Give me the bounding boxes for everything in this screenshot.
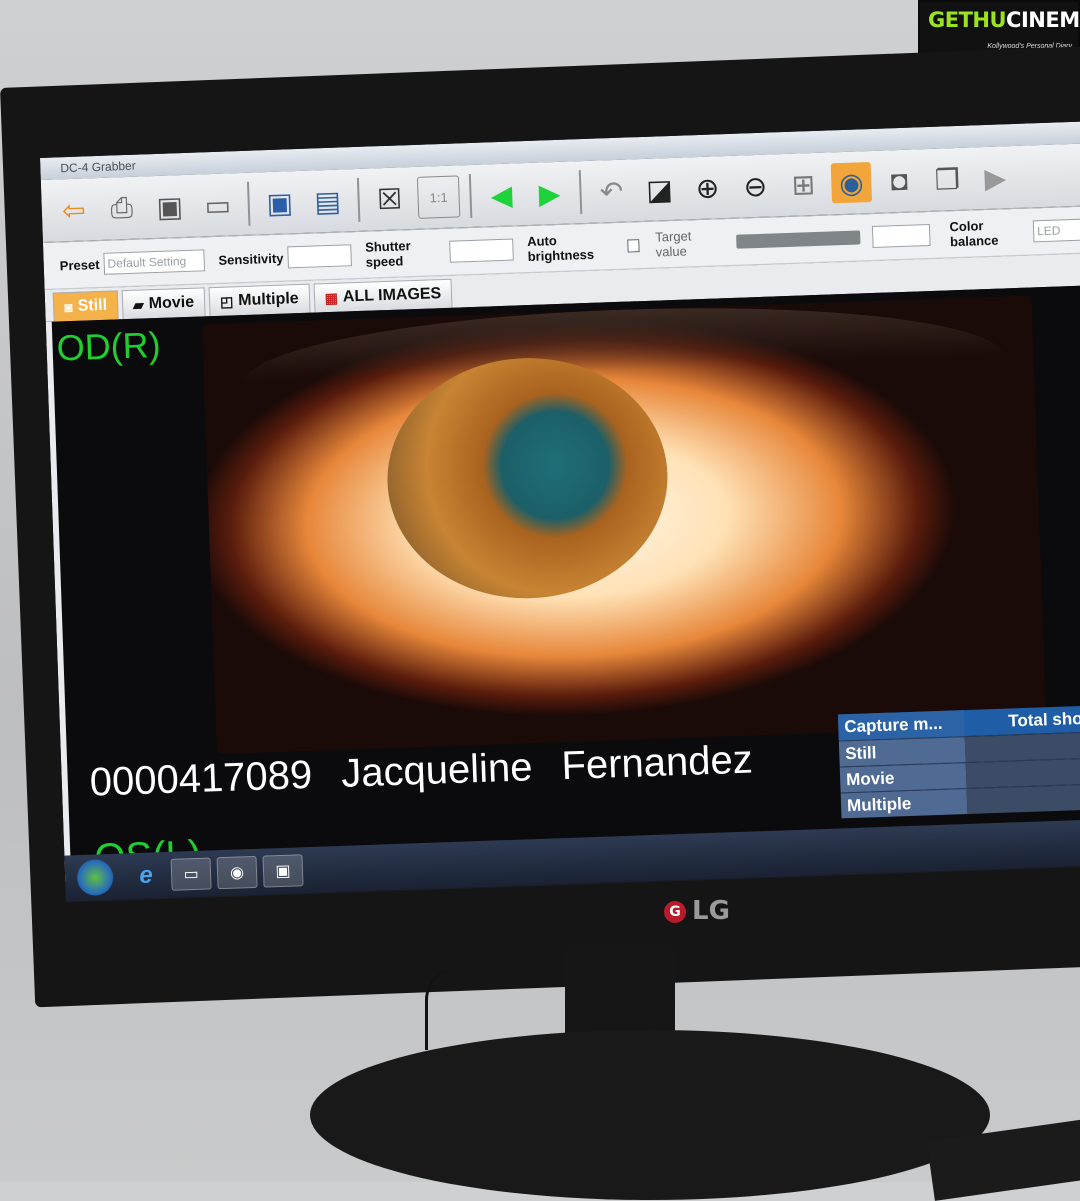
toolbar-separator xyxy=(356,177,361,222)
right-eye-label: OD(R) xyxy=(55,323,162,369)
monitor-base xyxy=(310,1030,990,1200)
screen: DC-4 Grabber ⇦ ⎙ ▣ ▭ ▣ ▤ ☒ 1:1 ◀ ▶ ↶ ◪ ⊕… xyxy=(40,121,1080,903)
internet-explorer-icon[interactable]: e xyxy=(127,860,166,891)
total-shot-header: Total shot xyxy=(1007,708,1080,731)
save-as-icon[interactable]: ▤ xyxy=(307,180,348,221)
capture-mode-cell: Movie xyxy=(839,763,967,793)
patient-id: 0000417089 xyxy=(89,752,313,805)
prev-arrow-icon[interactable]: ◀ xyxy=(481,174,522,215)
zoom-out-icon[interactable]: ⊖ xyxy=(735,165,776,206)
capture-mode-cell: Multiple xyxy=(840,789,968,819)
sensitivity-label: Sensitivity xyxy=(218,250,284,268)
capture-mode-header: Capture m... xyxy=(837,710,965,741)
play-icon[interactable]: ▶ xyxy=(975,157,1016,198)
start-button[interactable] xyxy=(76,858,114,897)
fit-icon[interactable]: ☒ xyxy=(369,178,410,219)
zoom-in-icon[interactable]: ⊕ xyxy=(687,167,728,208)
preset-label: Preset xyxy=(59,256,100,273)
image-viewer[interactable]: OD(R) 0000417089 Jacqueline Fernandez OS… xyxy=(45,284,1080,882)
grid-icon[interactable]: ⊞ xyxy=(783,164,824,205)
color-balance-label: Color balance xyxy=(949,218,999,250)
video-icon: ▰ xyxy=(132,295,145,313)
lg-logo-icon: G xyxy=(664,900,686,923)
tab-multiple[interactable]: ◰ Multiple xyxy=(208,283,311,317)
iris xyxy=(383,353,672,603)
file-explorer-icon[interactable]: ▭ xyxy=(170,857,212,891)
capture-table: Capture m... Total shot Still 7 Movie 0 … xyxy=(837,704,1080,819)
tab-still[interactable]: ◙ Still xyxy=(52,290,119,322)
tab-movie[interactable]: ▰ Movie xyxy=(121,287,206,320)
next-arrow-icon[interactable]: ▶ xyxy=(529,173,570,214)
shutter-speed-select[interactable] xyxy=(449,238,514,263)
total-shot-cell: 0 xyxy=(966,783,1080,815)
color-balance-select[interactable]: LED xyxy=(1032,218,1080,243)
exit-icon[interactable]: ⇦ xyxy=(53,189,94,230)
target-value-slider[interactable] xyxy=(736,230,861,249)
total-shot-cell: 7 xyxy=(964,731,1080,763)
eye-photo xyxy=(201,295,1047,755)
multi-shot-icon[interactable]: ❐ xyxy=(927,159,968,200)
auto-brightness-checkbox[interactable] xyxy=(627,238,640,253)
stack-icon: ◰ xyxy=(219,292,234,310)
target-value-spinner[interactable] xyxy=(872,224,931,248)
open-folder-icon[interactable]: ▭ xyxy=(197,184,238,225)
monitor-cable xyxy=(425,970,488,1050)
target-value-label: Target value xyxy=(654,228,692,260)
toolbar-separator xyxy=(468,173,473,219)
chrome-icon[interactable]: ◉ xyxy=(216,855,258,890)
auto-brightness-label: Auto brightness xyxy=(526,233,595,265)
camera-icon: ◙ xyxy=(63,298,73,316)
sensitivity-select[interactable] xyxy=(287,244,352,269)
app-window-icon[interactable]: ▣ xyxy=(262,854,304,888)
grid-images-icon: ▦ xyxy=(324,289,339,306)
camera-mode-icon[interactable]: ◘ xyxy=(879,160,920,201)
one-to-one-icon[interactable]: 1:1 xyxy=(416,175,461,219)
patient-info: 0000417089 Jacqueline Fernandez xyxy=(89,738,753,806)
print-icon[interactable]: ⎙ xyxy=(101,187,142,228)
still-camera-icon[interactable]: ◉ xyxy=(830,162,873,204)
contrast-icon[interactable]: ◪ xyxy=(639,169,680,210)
shutter-speed-label: Shutter speed xyxy=(364,238,411,270)
patient-last-name: Fernandez xyxy=(560,737,754,789)
toolbar-separator xyxy=(246,181,251,226)
patient-first-name: Jacqueline xyxy=(340,745,534,796)
preset-select[interactable]: Default Setting xyxy=(103,249,205,275)
monitor-logo: G LG xyxy=(664,896,730,926)
total-shot-cell: 0 xyxy=(965,757,1080,789)
save-disk-icon[interactable]: ▣ xyxy=(149,186,190,227)
watermark-brand: GETHUCINEMA xyxy=(928,8,1080,32)
toolbar-separator xyxy=(578,170,583,215)
rotate-icon[interactable]: ↶ xyxy=(591,170,632,211)
capture-mode-cell: Still xyxy=(838,737,966,767)
save-icon[interactable]: ▣ xyxy=(259,182,300,223)
